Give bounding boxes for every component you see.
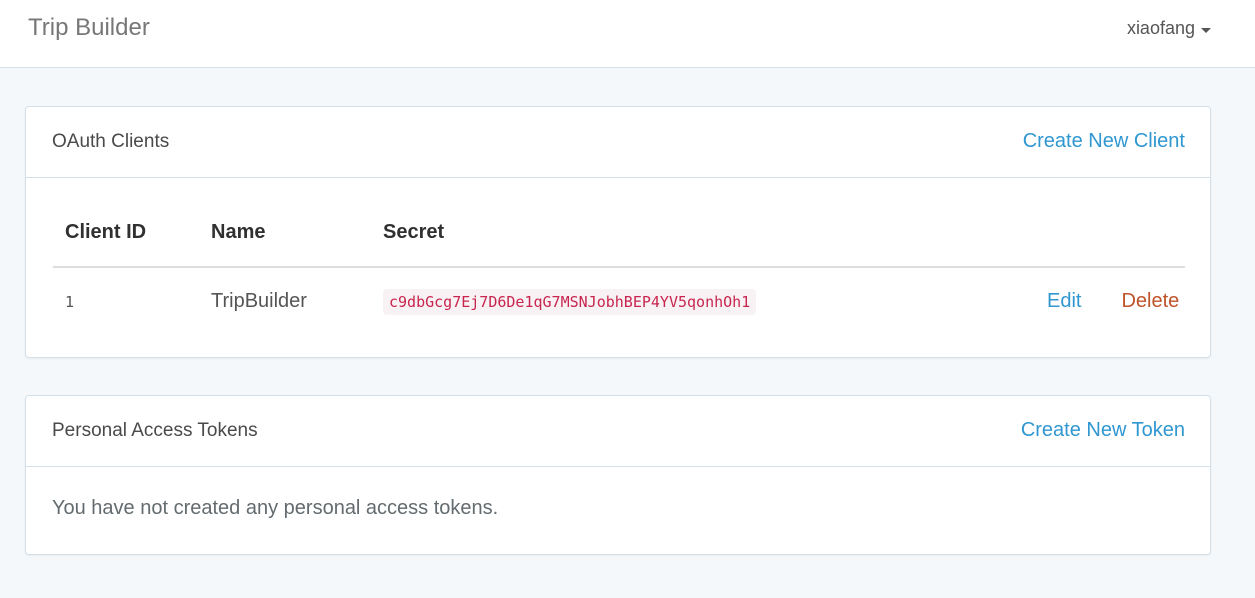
empty-tokens-message: You have not created any personal access… <box>52 497 499 519</box>
panel-heading: Personal Access Tokens Create New Token <box>26 396 1210 467</box>
create-new-client-link[interactable]: Create New Client <box>1023 130 1185 153</box>
client-secret-code: c9dbGcg7Ej7D6De1qG7MSNJobhBEP4YV5qonhOh1 <box>383 289 757 315</box>
column-header-actions <box>969 199 1185 267</box>
edit-client-link[interactable]: Edit <box>1047 290 1081 312</box>
client-actions-cell: Edit Delete <box>969 267 1185 335</box>
column-header-client-id: Client ID <box>65 221 147 243</box>
user-dropdown[interactable]: xiaofang <box>1127 18 1211 39</box>
brand-link[interactable]: Trip Builder <box>28 14 150 42</box>
delete-client-link[interactable]: Delete <box>1121 290 1179 312</box>
column-header-secret: Secret <box>383 221 445 243</box>
column-header-name: Name <box>211 221 266 243</box>
panel-title: OAuth Clients <box>52 131 170 152</box>
create-new-token-link[interactable]: Create New Token <box>1021 419 1185 442</box>
client-secret-cell: c9dbGcg7Ej7D6De1qG7MSNJobhBEP4YV5qonhOh1 <box>371 267 969 335</box>
panel-heading: OAuth Clients Create New Client <box>26 107 1210 178</box>
user-name: xiaofang <box>1126 18 1195 38</box>
panel-title: Personal Access Tokens <box>52 420 258 441</box>
oauth-clients-panel: OAuth Clients Create New Client Client I… <box>25 106 1211 358</box>
personal-access-tokens-panel: Personal Access Tokens Create New Token … <box>25 395 1211 555</box>
clients-table: Client ID Name Secret 1 TripBuilder c9db… <box>53 199 1185 335</box>
table-header-row: Client ID Name Secret <box>53 199 1185 267</box>
caret-down-icon <box>1201 27 1211 33</box>
navbar: Trip Builder xiaofang <box>0 0 1255 68</box>
table-row: 1 TripBuilder c9dbGcg7Ej7D6De1qG7MSNJobh… <box>53 267 1185 335</box>
client-id-cell: 1 <box>65 292 75 311</box>
client-name-cell: TripBuilder <box>211 290 307 312</box>
